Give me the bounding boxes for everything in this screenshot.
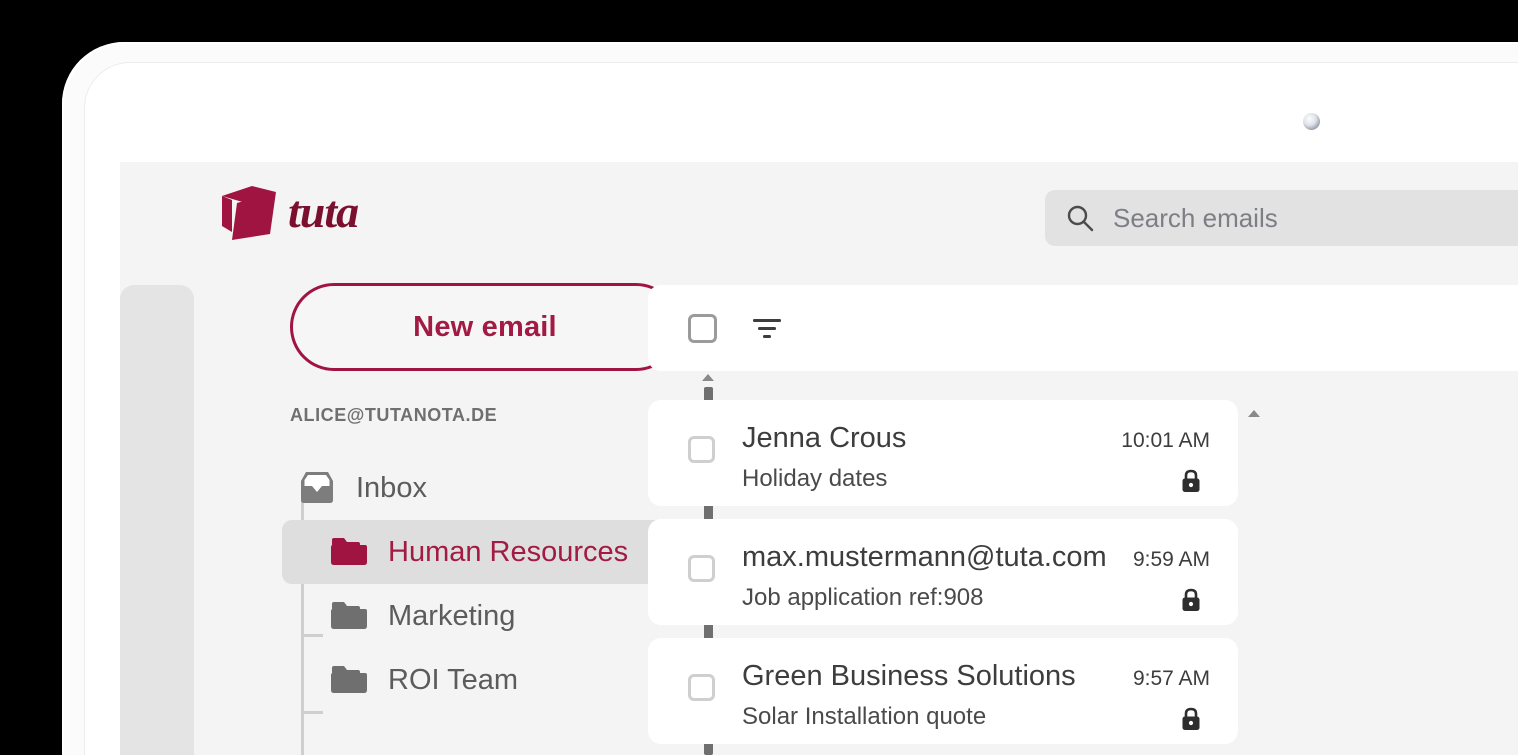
search-input[interactable]: Search emails (1045, 190, 1518, 246)
mail-select-checkbox[interactable] (688, 555, 715, 582)
sidebar-item-roi-team[interactable]: ROI Team (282, 648, 702, 712)
lock-icon (1182, 588, 1200, 611)
sidebar-item-label: Human Resources (388, 535, 629, 568)
mail-list: Jenna Crous Holiday dates 10:01 AM max.m… (648, 400, 1366, 755)
mail-subject: Job application ref:908 (742, 584, 984, 611)
sidebar-scroll-caret (702, 374, 714, 381)
sidebar-item-marketing[interactable]: Marketing (282, 584, 702, 648)
search-icon (1067, 205, 1094, 232)
select-all-checkbox[interactable] (688, 313, 717, 343)
sidebar-item-label: Inbox (356, 471, 427, 504)
folder-icon (331, 538, 367, 565)
mail-sender: Green Business Solutions (742, 660, 1076, 692)
app-screen: tuta New email ALICE@TUTANOTA.DE Inbox H… (120, 162, 1518, 755)
mail-list-item[interactable]: Jenna Crous Holiday dates 10:01 AM (648, 400, 1238, 506)
webcam-icon (1303, 113, 1320, 130)
mail-time: 9:59 AM (1132, 548, 1210, 571)
mail-list-item[interactable]: Green Business Solutions Solar Installat… (648, 638, 1238, 744)
account-email-label: ALICE@TUTANOTA.DE (290, 405, 498, 425)
mail-select-checkbox[interactable] (688, 436, 715, 463)
tuta-wordmark: tuta (288, 186, 359, 237)
new-email-label: New email (413, 310, 557, 343)
mail-time: 9:57 AM (1132, 667, 1210, 690)
folder-icon (331, 602, 367, 629)
mail-list-toolbar (648, 285, 1518, 371)
sidebar-item-label: ROI Team (388, 663, 519, 696)
search-placeholder: Search emails (1113, 202, 1278, 233)
mail-sender: Jenna Crous (742, 422, 907, 454)
sidebar-item-inbox[interactable]: Inbox (282, 456, 702, 520)
mail-list-item[interactable]: max.mustermann@tuta.com Job application … (648, 519, 1238, 625)
sidebar-item-human-resources[interactable]: Human Resources (282, 520, 702, 584)
lock-icon (1182, 469, 1200, 492)
screenshot-root: tuta New email ALICE@TUTANOTA.DE Inbox H… (0, 0, 1518, 755)
inbox-tray-icon (301, 472, 333, 503)
lock-icon (1182, 707, 1200, 730)
folder-icon (331, 666, 367, 693)
svg-text:tuta: tuta (288, 186, 358, 237)
brand-logo: tuta (218, 182, 428, 244)
folder-list: Inbox Human Resources Marketing ROI Team (282, 456, 702, 712)
mail-subject: Solar Installation quote (742, 703, 987, 730)
mail-time: 10:01 AM (1121, 429, 1210, 452)
mail-sender: max.mustermann@tuta.com (742, 541, 1107, 573)
new-email-button[interactable]: New email (290, 283, 680, 371)
mail-subject: Holiday dates (742, 465, 888, 492)
sidebar-item-label: Marketing (388, 599, 516, 632)
sidebar: tuta New email ALICE@TUTANOTA.DE Inbox H… (194, 162, 714, 755)
icon-rail[interactable] (120, 285, 194, 755)
mail-select-checkbox[interactable] (688, 674, 715, 701)
tuta-cube-logo-icon (222, 186, 276, 240)
filter-icon[interactable] (749, 313, 785, 343)
